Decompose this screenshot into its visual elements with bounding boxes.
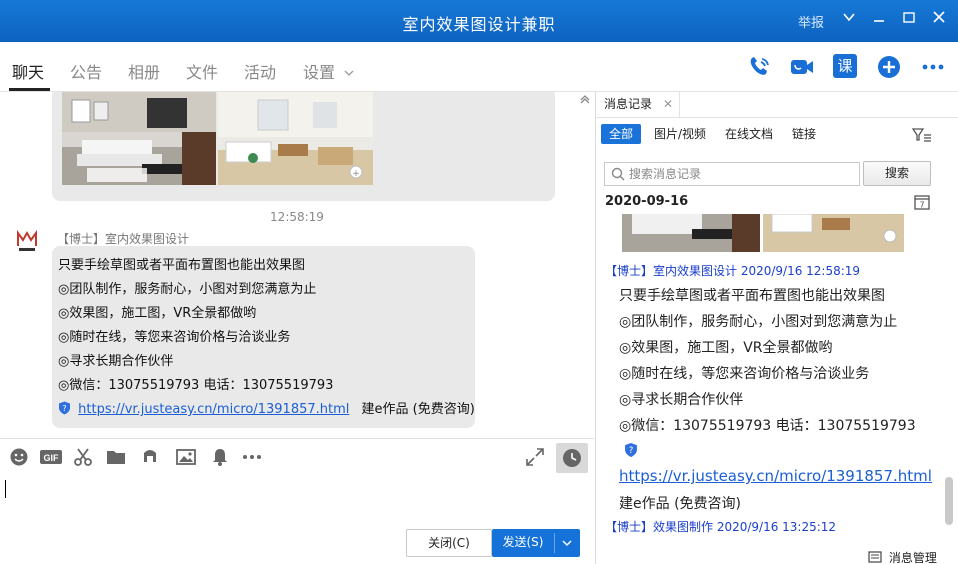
history-link[interactable]: https://vr.justeasy.cn/micro/1391857.htm…	[619, 467, 932, 485]
send-label: 发送(S)	[502, 535, 544, 549]
tab-bar: 聊天 公告 相册 文件 活动 设置 课	[0, 42, 958, 92]
dropdown-icon[interactable]	[838, 9, 860, 31]
expand-icon[interactable]	[524, 447, 546, 469]
more-icon[interactable]	[920, 54, 946, 80]
message-input[interactable]	[0, 476, 594, 526]
message-line: ◎团队制作，服务耐心，小图对到您满意为止	[58, 282, 317, 297]
text-caret	[5, 480, 6, 498]
course-label: 课	[833, 54, 857, 78]
room-photo-2[interactable]: +	[218, 92, 373, 185]
message-line: ◎随时在线，等您来咨询价格与洽谈业务	[58, 330, 291, 345]
collapse-up-icon[interactable]	[579, 92, 591, 104]
message-line: ◎寻求长期合作伙伴	[58, 354, 174, 369]
history-line: ◎随时在线，等您来咨询价格与洽谈业务	[619, 366, 870, 382]
history-line: ◎团队制作，服务耐心，小图对到您满意为止	[619, 314, 898, 330]
add-icon[interactable]	[876, 54, 902, 80]
folder-icon[interactable]	[105, 447, 127, 469]
history-toggle-button[interactable]	[556, 443, 588, 473]
send-divider	[554, 533, 555, 553]
maximize-icon[interactable]	[898, 9, 920, 31]
history-photos[interactable]	[622, 214, 904, 252]
filter-all[interactable]: 全部	[601, 124, 642, 144]
bell-icon[interactable]	[209, 447, 231, 469]
chevron-down-icon	[344, 70, 354, 76]
history-panel: 消息记录 ✕ 全部 图片/视频 在线文档 链接 搜索消息记录 搜索 2020-0…	[595, 92, 958, 564]
filter-media[interactable]: 图片/视频	[646, 124, 714, 144]
tab-activity[interactable]: 活动	[244, 59, 276, 83]
text-message-bubble[interactable]: 只要手绘草图或者平面布置图也能出效果图 ◎团队制作，服务耐心，小图对到您满意为止…	[52, 246, 475, 428]
tab-files[interactable]: 文件	[186, 59, 218, 83]
video-call-icon[interactable]	[789, 54, 815, 80]
history-tab-label: 消息记录	[604, 97, 653, 111]
tab-album[interactable]: 相册	[128, 59, 160, 83]
course-button[interactable]: 课	[833, 54, 859, 80]
emoji-icon[interactable]	[8, 447, 30, 469]
message-manager-label: 消息管理	[888, 551, 937, 564]
history-scrollbar[interactable]	[945, 477, 953, 525]
composer-toolbar: GIF	[0, 438, 594, 476]
search-placeholder: 搜索消息记录	[629, 167, 702, 181]
history-line: ◎效果图，施工图，VR全景都做哟	[619, 340, 833, 356]
message-line: 只要手绘草图或者平面布置图也能出效果图	[58, 258, 306, 273]
history-link-line: https://vr.justeasy.cn/micro/1391857.htm…	[619, 467, 932, 485]
clock-icon	[563, 449, 581, 467]
tab-settings[interactable]: 设置	[303, 59, 354, 83]
tab-chat[interactable]: 聊天	[12, 59, 44, 83]
active-tab-indicator	[9, 88, 50, 91]
history-tab[interactable]: 消息记录 ✕	[596, 92, 680, 118]
send-button[interactable]: 发送(S)	[492, 529, 580, 557]
message-link-line: ? https://vr.justeasy.cn/micro/1391857.h…	[58, 398, 475, 422]
minimize-icon[interactable]	[868, 9, 890, 31]
more-tools-icon[interactable]	[241, 447, 263, 469]
music-icon[interactable]	[139, 447, 161, 469]
close-button[interactable]: 关闭(C)	[406, 529, 492, 557]
history-date: 2020-09-16	[605, 194, 689, 209]
history-line: ◎寻求长期合作伙伴	[619, 392, 744, 408]
tab-announcement[interactable]: 公告	[70, 59, 102, 83]
title-bar: 室内效果图设计兼职 举报	[0, 0, 958, 42]
history-search-input[interactable]: 搜索消息记录	[604, 162, 860, 186]
image-message-bubble[interactable]: +	[52, 92, 555, 201]
shield-icon: ?	[624, 442, 638, 462]
history-line: ◎微信：13075519793 电话：13075519793	[619, 418, 916, 434]
filter-docs[interactable]: 在线文档	[717, 124, 781, 144]
avatar[interactable]	[14, 228, 40, 254]
filter-links[interactable]: 链接	[784, 124, 824, 144]
gif-icon[interactable]: GIF	[39, 447, 63, 469]
tab-settings-label: 设置	[303, 63, 336, 82]
svg-text:?: ?	[62, 404, 66, 413]
close-tab-icon[interactable]: ✕	[663, 92, 673, 117]
send-options-chevron-icon[interactable]	[561, 537, 573, 549]
message-link[interactable]: https://vr.justeasy.cn/micro/1391857.htm…	[78, 402, 349, 417]
message-line: ◎微信：13075519793 电话：13075519793	[58, 378, 334, 393]
sender-name[interactable]: 【博士】室内效果图设计	[57, 230, 189, 247]
chat-window: 室内效果图设计兼职 举报 聊天 公告 相册 文件 活动 设置 课 + 12:58…	[0, 0, 958, 564]
svg-text:+: +	[352, 169, 360, 179]
room-photo-1[interactable]	[62, 92, 216, 185]
search-button[interactable]: 搜索	[863, 161, 931, 186]
filter-icon[interactable]	[911, 127, 932, 143]
svg-text:?: ?	[629, 446, 634, 456]
image-icon[interactable]	[175, 447, 197, 469]
history-sender[interactable]: 【博士】效果图制作 2020/9/16 13:25:12	[605, 518, 836, 535]
history-line: 只要手绘草图或者平面布置图也能出效果图	[619, 288, 885, 304]
svg-text:7: 7	[919, 201, 924, 210]
voice-call-icon[interactable]	[746, 54, 772, 80]
manage-icon	[868, 551, 882, 563]
shield-icon: ?	[59, 401, 70, 415]
message-line: ◎效果图，施工图，VR全景都做哟	[58, 306, 257, 321]
chat-area[interactable]: + 12:58:19 【博士】室内效果图设计 只要手绘草图或者平面布置图也能出效…	[0, 92, 594, 438]
history-sender[interactable]: 【博士】室内效果图设计 2020/9/16 12:58:19	[605, 262, 860, 279]
message-timestamp: 12:58:19	[270, 210, 324, 224]
close-icon[interactable]	[928, 9, 950, 31]
svg-text:GIF: GIF	[44, 453, 60, 463]
calendar-icon[interactable]: 7	[914, 194, 930, 210]
message-manager-button[interactable]: 消息管理	[868, 549, 937, 564]
screenshot-icon[interactable]	[72, 447, 94, 469]
search-icon	[611, 167, 625, 181]
history-link-suffix: 建e作品 (免费咨询)	[619, 496, 741, 512]
report-button[interactable]: 举报	[798, 12, 824, 31]
message-link-suffix: 建e作品 (免费咨询)	[361, 402, 475, 417]
history-tab-header: 消息记录 ✕	[596, 92, 958, 118]
